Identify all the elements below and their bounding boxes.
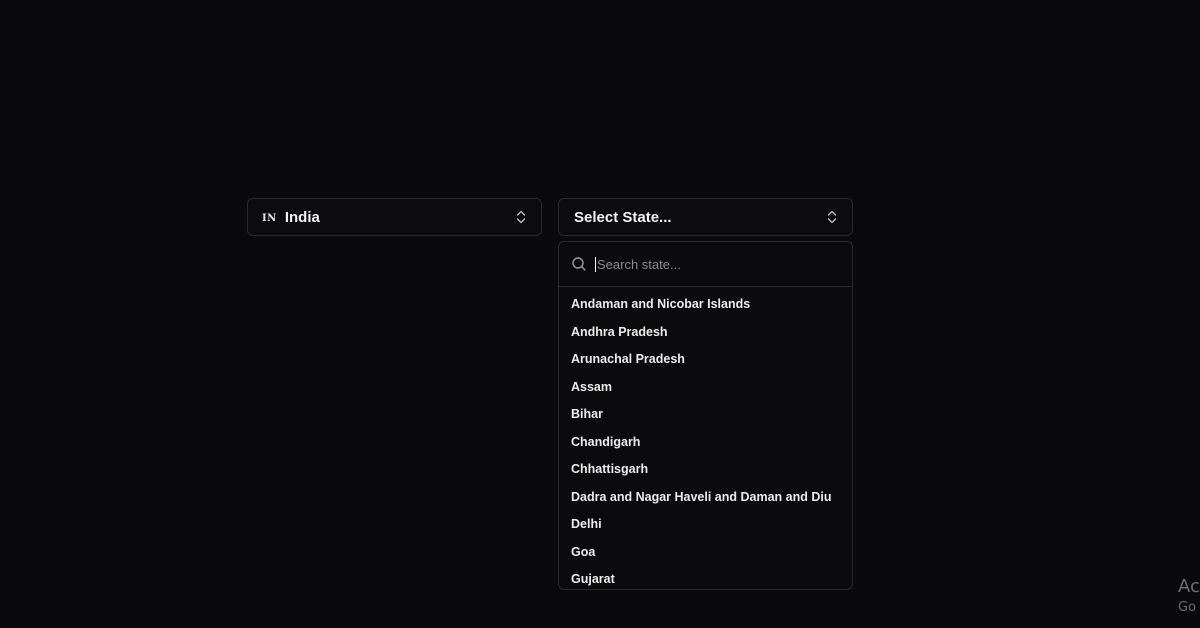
state-options-list: Andaman and Nicobar Islands Andhra Prades… [559, 287, 852, 589]
watermark-line-1: Ac [1178, 576, 1200, 597]
state-option[interactable]: Delhi [559, 511, 852, 539]
state-option[interactable]: Dadra and Nagar Haveli and Daman and Diu [559, 484, 852, 512]
state-option[interactable]: Arunachal Pradesh [559, 346, 852, 374]
country-select[interactable]: IN India [247, 198, 542, 236]
state-search-input[interactable] [595, 256, 840, 272]
country-flag-code: IN [262, 212, 277, 224]
chevrons-up-down-icon [826, 209, 838, 225]
country-select-value: India [284, 208, 320, 226]
watermark-line-2: Go [1178, 600, 1197, 615]
chevrons-up-down-icon [515, 209, 527, 225]
state-option[interactable]: Chandigarh [559, 429, 852, 457]
state-select-placeholder: Select State... [574, 208, 672, 226]
state-search-row [559, 242, 852, 287]
state-option[interactable]: Gujarat [559, 566, 852, 589]
page: IN India Select State... Search state...… [0, 0, 1200, 628]
search-icon [571, 256, 587, 272]
state-option[interactable]: Andhra Pradesh [559, 319, 852, 347]
activation-watermark: Ac Go [1178, 576, 1200, 615]
state-dropdown: Andaman and Nicobar IslandsAndhra Prades… [558, 241, 853, 590]
state-select[interactable]: Select State... [558, 198, 853, 236]
state-option[interactable]: Goa [559, 539, 852, 567]
state-option[interactable]: Chhattisgarh [559, 456, 852, 484]
state-option[interactable]: Bihar [559, 401, 852, 429]
state-option[interactable]: Assam [559, 374, 852, 402]
state-option[interactable]: Andaman and Nicobar Islands [559, 291, 852, 319]
